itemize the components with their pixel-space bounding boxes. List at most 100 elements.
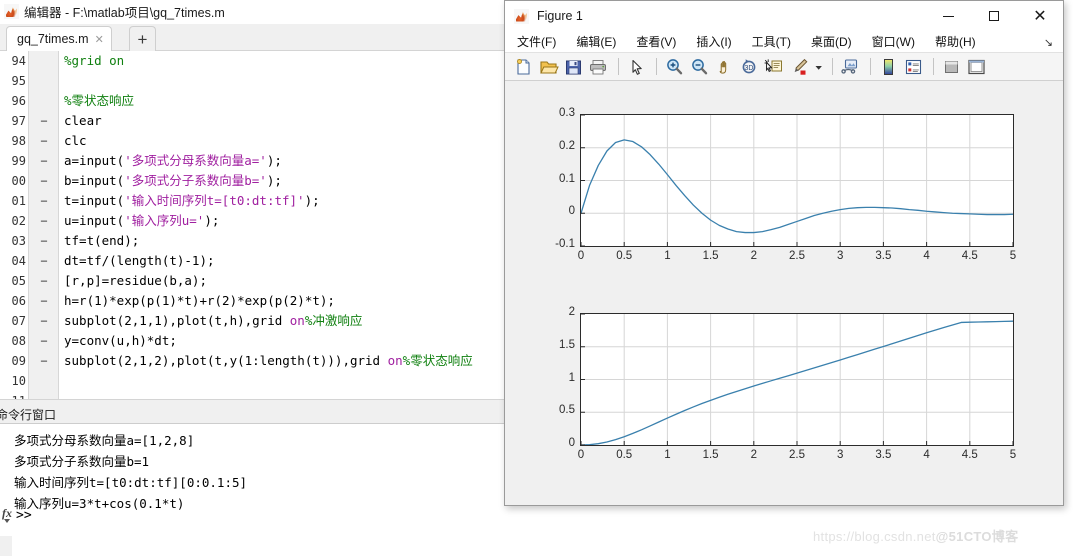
line-number: 11: [0, 391, 26, 399]
executable-line-marker[interactable]: −: [38, 211, 50, 231]
y-axis-tick-label: 2: [568, 306, 575, 318]
command-output-line: 输入时间序列t=[t0:dt:tf][0:0.1:5]: [14, 475, 248, 490]
figure-window: Figure 1 ✕ 文件(F) 编辑(E) 查看(V) 插入(I) 工具(T)…: [504, 0, 1064, 506]
command-output-line: 多项式分母系数向量a=[1,2,8]: [14, 433, 195, 448]
executable-line-marker[interactable]: −: [38, 151, 50, 171]
x-axis-tick-label: 3: [836, 449, 844, 461]
menu-item-file[interactable]: 文件(F): [517, 33, 556, 50]
line-number: 07: [11, 314, 26, 328]
x-axis-tick-label: 3: [836, 250, 844, 262]
zoom-out-icon[interactable]: [688, 56, 711, 78]
executable-line-marker[interactable]: −: [38, 311, 50, 331]
executable-line-marker[interactable]: −: [38, 231, 50, 251]
y-axis-tick-label: 0.5: [559, 404, 575, 417]
print-figure-icon[interactable]: [587, 56, 610, 78]
colorbar-icon[interactable]: [877, 56, 900, 78]
line-number: 10: [11, 374, 26, 388]
code-text: subplot(2,1,2),plot(t,y(1:length(t))),gr…: [64, 353, 473, 368]
link-data-icon[interactable]: [839, 56, 862, 78]
x-axis-tick-label: 4: [923, 449, 930, 461]
x-axis-tick-label: 1.5: [702, 250, 719, 262]
menu-item-insert[interactable]: 插入(I): [696, 33, 731, 50]
y-axis-tick-label: -0.1: [555, 238, 575, 250]
code-text: u=input('输入序列u=');: [64, 213, 220, 228]
figure-menubar[interactable]: 文件(F) 编辑(E) 查看(V) 插入(I) 工具(T) 桌面(D) 窗口(W…: [505, 31, 1063, 53]
brush-dropdown-icon[interactable]: [813, 56, 824, 78]
breakpoint-divider: [58, 51, 59, 399]
watermark-url: https://blog.csdn.net: [813, 529, 936, 544]
app-root: 编辑器 - F:\matlab项目\gq_7times.m gq_7times.…: [0, 0, 1073, 556]
executable-line-marker[interactable]: −: [38, 251, 50, 271]
editor-tab-gq7times[interactable]: gq_7times.m ✕: [6, 26, 112, 51]
command-output-line: 多项式分子系数向量b=1: [14, 454, 150, 469]
executable-line-marker[interactable]: −: [38, 271, 50, 291]
executable-line-marker[interactable]: −: [38, 291, 50, 311]
zoom-in-icon[interactable]: [663, 56, 686, 78]
matlab-logo-icon: [514, 8, 529, 24]
line-number: 01: [11, 194, 26, 208]
close-icon[interactable]: ✕: [95, 34, 104, 45]
line-number: 96: [11, 94, 26, 108]
line-number: 03: [11, 234, 26, 248]
executable-line-marker[interactable]: −: [38, 331, 50, 351]
show-plot-tools-icon[interactable]: [965, 56, 988, 78]
menu-item-desktop[interactable]: 桌面(D): [811, 33, 852, 50]
y-axis-tick-label: 0: [568, 437, 575, 449]
code-text: h=r(1)*exp(p(1)*t)+r(2)*exp(p(2)*t);: [64, 293, 335, 308]
figure-toolbar[interactable]: 3D: [505, 53, 1063, 81]
code-text: %零状态响应: [64, 93, 135, 108]
y-axis-tick-label: 0.3: [559, 107, 575, 119]
legend-icon[interactable]: [902, 56, 925, 78]
executable-line-marker[interactable]: −: [38, 131, 50, 151]
figure-titlebar[interactable]: Figure 1 ✕: [505, 1, 1063, 31]
executable-line-marker[interactable]: −: [38, 351, 50, 371]
new-tab-button[interactable]: +: [129, 26, 156, 51]
executable-line-marker[interactable]: −: [38, 171, 50, 191]
figure-title: Figure 1: [537, 9, 583, 23]
line-number: 00: [11, 174, 26, 188]
x-axis-tick-label: 0.5: [616, 250, 633, 262]
fx-caret-icon[interactable]: [4, 519, 10, 523]
menu-overflow-icon[interactable]: ↘: [1044, 36, 1053, 49]
executable-line-marker[interactable]: −: [38, 111, 50, 131]
code-text: %grid on: [64, 53, 125, 68]
code-editor-area[interactable]: 94 %grid on 95 96 %零状态响应 97− clear 98− clc 99− a=i…: [0, 51, 505, 399]
fx-icon[interactable]: fx: [0, 505, 14, 527]
menu-item-window[interactable]: 窗口(W): [872, 33, 915, 50]
code-text: b=input('多项式分子系数向量b=');: [64, 173, 282, 188]
line-number: 09: [11, 354, 26, 368]
y-axis-tick-label: 0.2: [559, 139, 575, 152]
open-file-icon[interactable]: [537, 56, 560, 78]
maximize-button[interactable]: [971, 1, 1017, 31]
new-figure-icon[interactable]: [512, 56, 535, 78]
brush-icon[interactable]: [788, 56, 811, 78]
command-window-body[interactable]: 多项式分母系数向量a=[1,2,8] 多项式分子系数向量b=1 输入时间序列t=[t…: [0, 424, 505, 556]
y-axis-tick-label: 1: [568, 371, 575, 384]
toolbar-separator: [870, 58, 871, 75]
menu-item-help[interactable]: 帮助(H): [935, 33, 976, 50]
code-text: clear: [64, 113, 102, 128]
save-figure-icon[interactable]: [562, 56, 585, 78]
menu-item-tools[interactable]: 工具(T): [752, 33, 791, 50]
pointer-icon[interactable]: [625, 56, 648, 78]
data-cursor-icon[interactable]: [763, 56, 786, 78]
watermark-tag: @51CTO博客: [935, 529, 1019, 544]
command-prompt[interactable]: >>: [16, 508, 32, 523]
editor-title: 编辑器 - F:\matlab项目\gq_7times.m: [24, 6, 225, 20]
figure-canvas: 0 0.5 1 1.5 2 2.5 3 3.5 4 4.5 5 0.3 0.2 0.1 0 -0.1 0 0.5…: [506, 81, 1062, 504]
x-axis-tick-label: 2.5: [789, 250, 805, 262]
command-window-scrollbar[interactable]: [0, 536, 12, 556]
line-number: 04: [11, 254, 26, 268]
x-axis-tick-label: 0.5: [616, 449, 633, 461]
close-button[interactable]: ✕: [1017, 1, 1063, 31]
x-axis-tick-label: 1: [664, 250, 671, 262]
pan-icon[interactable]: [713, 56, 736, 78]
x-axis-tick-label: 2: [750, 250, 757, 262]
line-number: 97: [11, 114, 26, 128]
menu-item-edit[interactable]: 编辑(E): [576, 33, 616, 50]
rotate-3d-icon[interactable]: 3D: [738, 56, 761, 78]
menu-item-view[interactable]: 查看(V): [636, 33, 676, 50]
executable-line-marker[interactable]: −: [38, 191, 50, 211]
hide-plot-tools-icon[interactable]: [940, 56, 963, 78]
minimize-button[interactable]: [925, 1, 971, 31]
